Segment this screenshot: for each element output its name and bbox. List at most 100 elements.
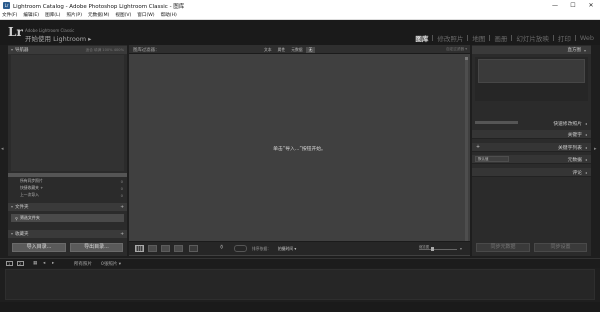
quick-develop-title: 快速修改照片 <box>553 122 582 127</box>
collapse-triangle-icon: ◂ <box>584 156 587 162</box>
keywording-title: 关键字 <box>567 132 582 138</box>
sort-direction-icon[interactable] <box>234 245 247 252</box>
catalog-row[interactable]: 所有同步照片 0 <box>8 178 127 184</box>
module-develop[interactable]: 修改照片 <box>433 33 467 43</box>
folders-header[interactable]: ▾ 文件夹 + <box>8 203 127 211</box>
module-web[interactable]: Web <box>576 34 598 42</box>
menu-file[interactable]: 文件(F) <box>2 12 17 18</box>
quick-develop-header[interactable]: 快速修改照片 ◂ <box>472 119 591 128</box>
add-folder-button[interactable]: + <box>120 205 124 210</box>
filter-buttons: 文本 属性 元数据 无 <box>261 46 316 53</box>
sync-metadata-button[interactable]: 同步元数据 <box>476 243 530 252</box>
module-map[interactable]: 地图 <box>468 33 489 43</box>
module-picker: 图库 修改照片 地图 画册 幻灯片放映 打印 Web <box>411 33 598 43</box>
histogram-header[interactable]: 直方图 ▾ <box>472 46 591 54</box>
forward-arrow-icon[interactable]: ▸ <box>52 261 54 266</box>
collapse-triangle-icon: ◂ <box>584 144 587 150</box>
people-view-icon[interactable] <box>189 245 198 252</box>
keywording-header[interactable]: 关键字 ◂ <box>472 130 591 139</box>
menu-library[interactable]: 图库(L) <box>45 12 60 18</box>
grid-toolbar: ⚱ 排序依据： 拍摄时间 ▾ 缩览图 ▾ <box>129 241 470 255</box>
loupe-view-icon[interactable] <box>148 245 157 252</box>
catalog-row[interactable]: 上一次导入 0 <box>8 192 127 198</box>
sort-dropdown[interactable]: 拍摄时间 ▾ <box>278 246 296 252</box>
folders-title: 文件夹 <box>15 205 29 210</box>
filter-metadata-button[interactable]: 元数据 <box>288 47 305 53</box>
menu-help[interactable]: 帮助(H) <box>161 12 177 18</box>
filter-label: 图库过滤器： <box>133 48 160 53</box>
collections-title: 收藏夹 <box>15 232 29 237</box>
collections-header[interactable]: ▾ 收藏夹 + <box>8 230 127 238</box>
lr-logo: Lr <box>8 25 23 39</box>
right-panel-toggle-icon[interactable]: ▸ <box>594 146 597 152</box>
navigator-title: 导航器 <box>15 48 29 53</box>
keyword-add-icon[interactable]: + <box>476 145 480 150</box>
import-button[interactable]: 导入目录... <box>12 243 66 252</box>
histogram-title: 直方图 <box>567 48 581 53</box>
toolbar-options-icon[interactable]: ▾ <box>460 246 462 251</box>
menu-photo[interactable]: 照片(P) <box>66 12 82 18</box>
window-title: Lightroom Catalog - Adobe Photoshop Ligh… <box>13 3 185 10</box>
catalog-row-count: 0 <box>120 185 123 191</box>
histogram-panel <box>475 57 588 101</box>
scrollbar-thumb[interactable] <box>465 57 468 60</box>
filmstrip-photo-count[interactable]: 0张照片 ▾ <box>101 261 121 267</box>
sync-settings-button[interactable]: 同步设置 <box>534 243 587 252</box>
catalog-row-count: 0 <box>120 192 123 198</box>
lightroom-window: Lr Lightroom Catalog - Adobe Photoshop L… <box>0 0 600 312</box>
close-button[interactable]: ✕ <box>582 0 600 11</box>
add-collection-button[interactable]: + <box>120 232 124 237</box>
module-library[interactable]: 图库 <box>411 33 432 43</box>
collapse-triangle-icon: ▾ <box>11 231 14 236</box>
module-print[interactable]: 打印 <box>554 33 575 43</box>
filmstrip-source[interactable]: 所有照片 <box>74 261 92 267</box>
survey-view-icon[interactable] <box>174 245 183 252</box>
get-started-link[interactable]: 开始使用 Lightroom ▸ <box>25 33 91 43</box>
module-book[interactable]: 画册 <box>490 33 511 43</box>
primary-display-number: 1 <box>8 262 11 266</box>
comments-header[interactable]: 评论 ◂ <box>472 168 591 177</box>
menu-metadata[interactable]: 元数据(M) <box>88 12 109 18</box>
compare-view-icon[interactable] <box>161 245 170 252</box>
filter-text-button[interactable]: 文本 <box>261 47 275 53</box>
catalog-row-count: 0 <box>120 178 123 184</box>
custom-filter-dropdown[interactable]: 自定过滤器 ▾ <box>446 47 467 52</box>
minimize-button[interactable]: — <box>546 0 564 11</box>
filter-none-button[interactable]: 无 <box>305 46 316 53</box>
grid-view-icon[interactable] <box>135 245 144 252</box>
catalog-row-label: 所有同步照片 <box>20 178 43 183</box>
thumbnail-size-knob[interactable] <box>431 247 434 251</box>
folder-filter-input[interactable]: ⚲ 筛选文件夹 <box>11 214 124 222</box>
collapse-triangle-icon: ▾ <box>11 204 14 209</box>
catalog-row[interactable]: 快捷收藏夹 + 0 <box>8 185 127 191</box>
catalog-row-label: 上一次导入 <box>20 192 39 197</box>
menu-window[interactable]: 窗口(W) <box>137 12 154 18</box>
keyword-list-title: 关键字列表 <box>557 145 582 151</box>
bottom-edge <box>0 302 600 312</box>
menu-view[interactable]: 视图(V) <box>115 12 131 18</box>
export-button[interactable]: 导出目录... <box>70 243 123 252</box>
library-filter-bar: 图库过滤器： 文本 属性 元数据 无 自定过滤器 ▾ <box>129 45 470 54</box>
keyword-list-header[interactable]: + 关键字列表 ◂ <box>472 143 591 152</box>
collapse-triangle-icon: ▾ <box>583 47 586 53</box>
navigator-header[interactable]: ▾ 导航器 适合 填满 100% 400% <box>8 46 127 54</box>
maximize-button[interactable]: ☐ <box>564 0 582 11</box>
thumbnail-size-slider[interactable] <box>419 249 457 250</box>
comments-title: 评论 <box>572 170 582 176</box>
app-icon: Lr <box>3 2 10 9</box>
metadata-preset-dropdown[interactable]: 默认值 <box>475 156 509 162</box>
left-panel-toggle-icon[interactable]: ◂ <box>1 146 4 152</box>
right-panel: 直方图 ▾ 快速修改照片 ◂ 关键字 ◂ + 关键字列表 ◂ 元数据 ◂ 默认值 评论 ◂ … <box>472 45 591 256</box>
painter-icon[interactable]: ⚱ <box>219 244 224 251</box>
grid-mode-icon[interactable]: ▦ <box>33 261 37 266</box>
module-slideshow[interactable]: 幻灯片放映 <box>512 33 553 43</box>
search-icon: ⚲ <box>15 215 18 221</box>
filter-attribute-button[interactable]: 属性 <box>275 47 289 53</box>
secondary-display-number: 2 <box>19 262 22 266</box>
back-arrow-icon[interactable]: ◂ <box>43 261 45 266</box>
menu-edit[interactable]: 编辑(E) <box>23 12 39 18</box>
identity-bar: Lr Adobe Lightroom Classic 开始使用 Lightroo… <box>0 20 600 45</box>
catalog-row-label: 快捷收藏夹 + <box>20 185 44 190</box>
catalog-selected-row[interactable] <box>8 173 127 177</box>
navigator-zoom-options[interactable]: 适合 填满 100% 400% <box>86 48 124 53</box>
